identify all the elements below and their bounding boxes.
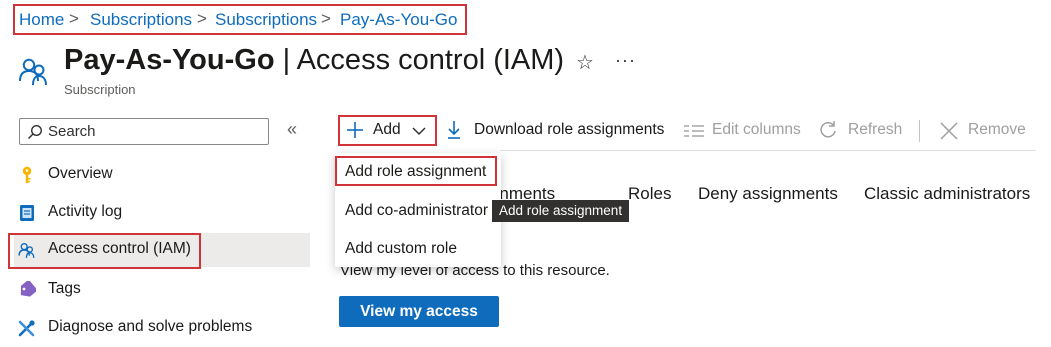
key-icon xyxy=(18,166,36,184)
more-options-icon[interactable]: ··· xyxy=(615,50,636,71)
menu-item-add-co-administrator[interactable]: Add co-administrator xyxy=(345,202,488,220)
people-icon xyxy=(18,55,50,87)
remove-button[interactable]: Remove xyxy=(968,121,1026,139)
search-placeholder: Search xyxy=(48,123,96,140)
sidebar-item-label: Tags xyxy=(48,280,81,297)
sidebar-item-label: Activity log xyxy=(48,203,123,220)
sidebar-item-activity-log[interactable]: Activity log xyxy=(14,196,310,230)
tooltip: Add role assignment xyxy=(492,200,630,222)
collapse-sidebar-icon[interactable]: « xyxy=(287,119,297,140)
access-control-highlight xyxy=(8,233,201,269)
add-role-assignment-highlight xyxy=(335,156,497,186)
wrench-icon xyxy=(18,319,36,337)
activity-log-icon xyxy=(18,204,36,222)
page-title-section: | Access control (IAM) xyxy=(274,44,565,76)
tab-classic-administrators[interactable]: Classic administrators xyxy=(864,184,1030,204)
download-icon xyxy=(446,120,462,140)
refresh-icon xyxy=(818,120,838,140)
page-title: Pay-As-You-Go | Access control (IAM) xyxy=(64,44,564,77)
download-role-assignments-button[interactable]: Download role assignments xyxy=(474,121,664,139)
search-icon xyxy=(27,124,43,140)
sidebar-item-label: Diagnose and solve problems xyxy=(48,318,253,335)
edit-columns-button[interactable]: Edit columns xyxy=(712,121,801,139)
favorite-star-icon[interactable]: ☆ xyxy=(576,50,594,75)
tab-roles[interactable]: Roles xyxy=(628,184,671,204)
toolbar-divider xyxy=(919,120,920,142)
edit-columns-icon xyxy=(683,123,705,139)
add-button-highlight xyxy=(338,115,437,146)
breadcrumb-highlight xyxy=(13,4,467,35)
page-subtitle: Subscription xyxy=(64,82,136,97)
sidebar-item-overview[interactable]: Overview xyxy=(14,158,310,192)
toolbar-separator-line xyxy=(500,150,1036,151)
tab-deny-assignments[interactable]: Deny assignments xyxy=(698,184,838,204)
view-my-access-button[interactable]: View my access xyxy=(339,296,499,327)
sidebar-item-label: Overview xyxy=(48,165,113,182)
sidebar-item-tags[interactable]: Tags xyxy=(14,273,310,307)
close-icon xyxy=(939,121,959,141)
tag-icon xyxy=(18,279,38,299)
refresh-button[interactable]: Refresh xyxy=(848,121,902,139)
page-title-resource: Pay-As-You-Go xyxy=(64,44,275,76)
menu-item-add-custom-role[interactable]: Add custom role xyxy=(345,240,457,258)
search-input[interactable]: Search xyxy=(19,118,269,145)
sidebar-item-diagnose[interactable]: Diagnose and solve problems xyxy=(14,311,310,345)
